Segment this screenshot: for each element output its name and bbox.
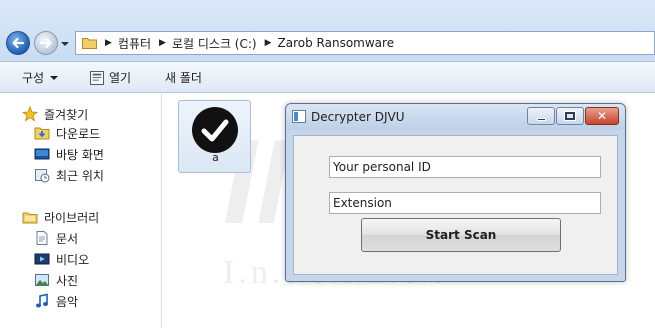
nav-pictures[interactable]: 사진 bbox=[34, 271, 78, 289]
breadcrumb-separator-icon: ▶ bbox=[105, 38, 112, 48]
breadcrumb-separator-icon: ▶ bbox=[264, 38, 272, 48]
dialog-title-bar[interactable]: Decrypter DJVU ✕ bbox=[286, 104, 625, 130]
file-item[interactable]: a bbox=[178, 100, 251, 173]
dialog-title: Decrypter DJVU bbox=[311, 110, 405, 124]
back-button[interactable] bbox=[6, 31, 30, 55]
extension-field[interactable]: Extension bbox=[329, 192, 601, 214]
minimize-icon bbox=[536, 117, 546, 121]
pictures-icon bbox=[35, 274, 49, 286]
address-bar-region: ▶ 컴퓨터 ▶ 로컬 디스크 (C:) ▶ Zarob Ransomware bbox=[0, 0, 655, 62]
new-folder-label: 새 폴더 bbox=[165, 71, 202, 85]
minimize-button[interactable] bbox=[527, 107, 555, 125]
open-button[interactable]: 열기 bbox=[90, 69, 131, 86]
app-window-icon bbox=[292, 110, 306, 123]
nav-videos[interactable]: 비디오 bbox=[34, 250, 89, 268]
desktop-label: 바탕 화면 bbox=[56, 147, 104, 162]
documents-icon bbox=[36, 231, 48, 245]
recent-places-label: 최근 위치 bbox=[56, 168, 104, 183]
arrow-left-icon bbox=[12, 37, 25, 49]
star-icon bbox=[22, 106, 38, 122]
recent-places-icon bbox=[35, 169, 50, 183]
organize-label: 구성 bbox=[22, 71, 45, 85]
desktop-icon bbox=[34, 148, 50, 160]
videos-label: 비디오 bbox=[56, 252, 90, 267]
nav-documents[interactable]: 문서 bbox=[34, 229, 78, 247]
decrypter-dialog: Decrypter DJVU ✕ Your personal ID Extens… bbox=[285, 103, 626, 282]
organize-menu-button[interactable]: 구성 bbox=[22, 69, 59, 86]
navigation-pane: 즐겨찾기 다운로드 바탕 화면 최근 위치 라이브러리 문서 비디오 사진 음악 bbox=[0, 93, 162, 328]
nav-libraries[interactable]: 라이브러리 bbox=[22, 208, 99, 226]
chevron-down-icon bbox=[50, 75, 59, 80]
recent-pages-dropdown-icon[interactable] bbox=[60, 40, 70, 48]
libraries-label: 라이브러리 bbox=[44, 210, 100, 225]
open-label: 열기 bbox=[109, 71, 132, 85]
start-scan-button[interactable]: Start Scan bbox=[361, 218, 561, 252]
nav-recent-places[interactable]: 최근 위치 bbox=[34, 166, 104, 184]
nav-music[interactable]: 음악 bbox=[34, 292, 78, 310]
nav-favorites[interactable]: 즐겨찾기 bbox=[22, 105, 88, 123]
close-button[interactable]: ✕ bbox=[585, 107, 619, 125]
dialog-client-area: Your personal ID Extension Start Scan bbox=[293, 135, 618, 275]
personal-id-field[interactable]: Your personal ID bbox=[329, 156, 601, 178]
folder-icon bbox=[82, 38, 97, 49]
videos-icon bbox=[34, 253, 50, 265]
breadcrumb-local-disk[interactable]: 로컬 디스크 (C:) bbox=[172, 35, 257, 52]
address-field[interactable]: ▶ 컴퓨터 ▶ 로컬 디스크 (C:) ▶ Zarob Ransomware bbox=[75, 31, 655, 55]
close-icon: ✕ bbox=[596, 109, 608, 123]
music-icon bbox=[36, 293, 48, 308]
forward-button[interactable] bbox=[34, 31, 58, 55]
command-toolbar: 구성 열기 새 폴더 bbox=[0, 62, 655, 93]
libraries-icon bbox=[22, 212, 38, 224]
pictures-label: 사진 bbox=[56, 273, 79, 288]
open-file-icon bbox=[90, 70, 104, 85]
checkmark-circle-icon bbox=[192, 107, 238, 153]
breadcrumb-computer[interactable]: 컴퓨터 bbox=[118, 35, 151, 52]
nav-desktop[interactable]: 바탕 화면 bbox=[34, 145, 104, 163]
downloads-label: 다운로드 bbox=[56, 126, 101, 141]
downloads-folder-icon bbox=[34, 127, 50, 140]
arrow-right-icon bbox=[39, 37, 52, 49]
favorites-label: 즐겨찾기 bbox=[44, 107, 89, 122]
file-name-label: a bbox=[212, 151, 219, 164]
breadcrumb-separator-icon: ▶ bbox=[159, 38, 166, 48]
maximize-button[interactable] bbox=[556, 107, 584, 125]
nav-downloads[interactable]: 다운로드 bbox=[34, 124, 100, 142]
maximize-icon bbox=[564, 111, 576, 121]
documents-label: 문서 bbox=[56, 231, 79, 246]
music-label: 음악 bbox=[56, 294, 79, 309]
new-folder-button[interactable]: 새 폴더 bbox=[165, 69, 202, 86]
breadcrumb-zarob-folder[interactable]: Zarob Ransomware bbox=[278, 36, 395, 50]
